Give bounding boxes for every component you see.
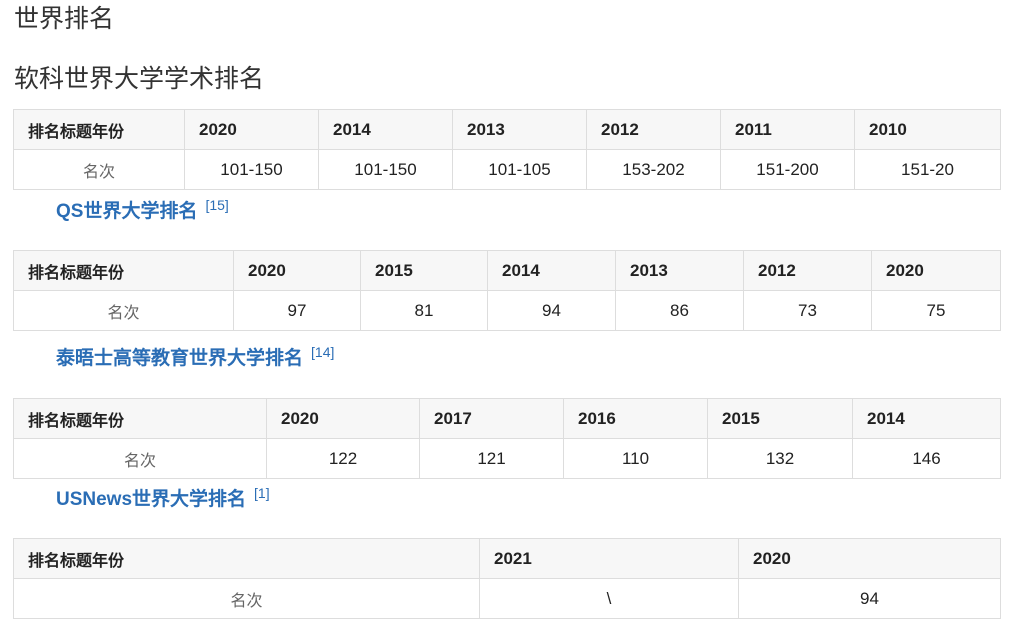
row-label-cell: 名次 [13,149,185,190]
year-cell: 2010 [854,109,1001,150]
row-label-cell: 名次 [13,438,267,479]
row-label-cell: 名次 [13,578,480,619]
row-label-cell: 名次 [13,290,234,331]
year-cell: 2020 [738,538,1001,579]
rank-cell: 97 [233,290,361,331]
table-header-row: 排名标题年份 2020 2015 2014 2013 2012 2020 [13,250,1001,291]
rank-cell: 101-150 [184,149,319,190]
header-label-cell: 排名标题年份 [13,398,267,439]
header-label-cell: 排名标题年份 [13,538,480,579]
rank-cell: 81 [360,290,488,331]
rank-cell: 146 [852,438,1001,479]
rank-cell: 73 [743,290,872,331]
caption-latin: QS [56,201,84,222]
rank-cell: 121 [419,438,564,479]
year-cell: 2014 [318,109,453,150]
the-ranking-link[interactable]: 泰晤士高等教育世界大学排名 [14] [56,343,334,370]
reference-link[interactable]: [14] [311,344,334,360]
year-cell: 2012 [743,250,872,291]
rank-cell: 151-200 [720,149,855,190]
table-header-row: 排名标题年份 2021 2020 [13,538,1001,579]
table-header-row: 排名标题年份 2020 2017 2016 2015 2014 [13,398,1001,439]
caption-cjk: 世界大学排名 [83,200,198,222]
qs-ranking-link[interactable]: QS世界大学排名 [15] [56,196,229,223]
year-cell: 2011 [720,109,855,150]
reference-link[interactable]: [1] [254,485,270,501]
year-cell: 2020 [233,250,361,291]
rank-cell: 101-105 [452,149,587,190]
year-cell: 2020 [871,250,1001,291]
year-cell: 2012 [586,109,721,150]
year-cell: 2021 [479,538,739,579]
rank-cell: 110 [563,438,708,479]
rank-cell: 86 [615,290,744,331]
rank-cell: 153-202 [586,149,721,190]
caption-cjk: 泰晤士高等教育世界大学排名 [56,347,304,369]
rank-cell: 122 [266,438,420,479]
ranking-table-usnews: 排名标题年份 2021 2020 名次 \ 94 [13,538,1001,619]
year-cell: 2016 [563,398,708,439]
table-row: 名次 \ 94 [13,578,1001,619]
page-heading: 世界排名 [14,4,115,33]
table-row: 名次 122 121 110 132 146 [13,438,1001,479]
year-cell: 2013 [615,250,744,291]
ranking-table-arwu: 排名标题年份 2020 2014 2013 2012 2011 2010 名次 … [13,109,1001,190]
rank-cell: \ [479,578,739,619]
ranking-table-qs: 排名标题年份 2020 2015 2014 2013 2012 2020 名次 … [13,250,1001,331]
rank-cell: 75 [871,290,1001,331]
rank-cell: 101-150 [318,149,453,190]
table-header-row: 排名标题年份 2020 2014 2013 2012 2011 2010 [13,109,1001,150]
header-label-cell: 排名标题年份 [13,250,234,291]
rank-cell: 151-20 [854,149,1001,190]
ranking-table-the: 排名标题年份 2020 2017 2016 2015 2014 名次 122 1… [13,398,1001,479]
caption-latin: USNews [56,489,133,510]
rank-cell: 94 [738,578,1001,619]
table-row: 名次 101-150 101-150 101-105 153-202 151-2… [13,149,1001,190]
year-cell: 2015 [360,250,488,291]
caption-cjk: 世界大学排名 [132,488,247,510]
year-cell: 2020 [266,398,420,439]
year-cell: 2020 [184,109,319,150]
year-cell: 2017 [419,398,564,439]
table-row: 名次 97 81 94 86 73 75 [13,290,1001,331]
reference-link[interactable]: [15] [205,197,228,213]
year-cell: 2015 [707,398,853,439]
header-label-cell: 排名标题年份 [13,109,185,150]
section-heading-arwu: 软科世界大学学术排名 [14,64,265,93]
rank-cell: 132 [707,438,853,479]
rank-cell: 94 [487,290,616,331]
year-cell: 2014 [487,250,616,291]
year-cell: 2014 [852,398,1001,439]
usnews-ranking-link[interactable]: USNews世界大学排名 [1] [56,484,270,511]
year-cell: 2013 [452,109,587,150]
